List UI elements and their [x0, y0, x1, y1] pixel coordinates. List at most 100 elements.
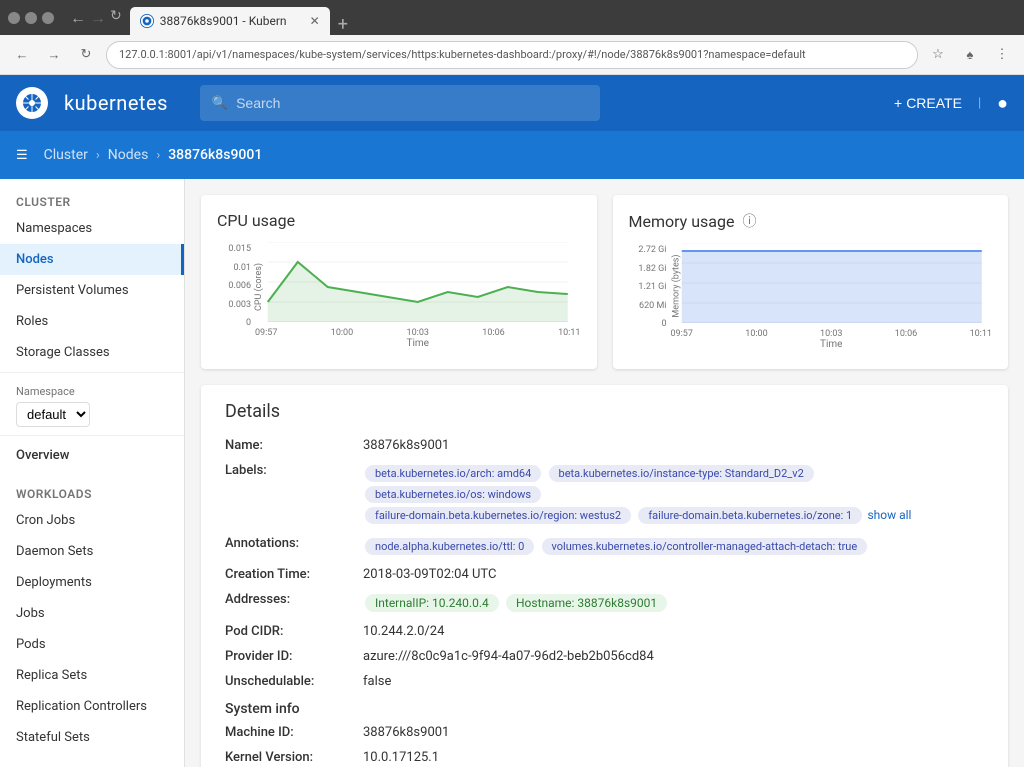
- cpu-y-val-5: 0.015: [228, 244, 251, 254]
- sidebar-item-stateful-sets[interactable]: Stateful Sets: [0, 722, 184, 753]
- details-title: Details: [225, 401, 984, 422]
- sidebar-item-daemon-sets[interactable]: Daemon Sets: [0, 536, 184, 567]
- annotations-label: Annotations:: [225, 536, 355, 551]
- kernel-version-label: Kernel Version:: [225, 750, 355, 765]
- back-button[interactable]: ←: [10, 43, 34, 67]
- sidebar-item-namespaces[interactable]: Namespaces: [0, 213, 184, 244]
- top-nav-right: + CREATE | ●: [894, 93, 1008, 114]
- name-label: Name:: [225, 438, 355, 453]
- sidebar-item-nodes[interactable]: Nodes: [0, 244, 184, 275]
- browser-dot-1: [8, 12, 20, 24]
- cpu-y-val-3: 0.006: [228, 281, 251, 291]
- sidebar-item-overview[interactable]: Overview: [0, 440, 184, 471]
- annotation-tag-1: volumes.kubernetes.io/controller-managed…: [542, 538, 868, 555]
- search-icon: 🔍: [212, 96, 228, 111]
- label-tag-1: beta.kubernetes.io/instance-type: Standa…: [549, 465, 814, 482]
- new-tab-btn[interactable]: +: [332, 14, 354, 35]
- app-title: kubernetes: [64, 91, 168, 115]
- label-tag-3: failure-domain.beta.kubernetes.io/region…: [365, 507, 631, 524]
- creation-time-value: 2018-03-09T02:04 UTC: [363, 567, 984, 582]
- breadcrumb-sep-2: ›: [156, 148, 160, 163]
- browser-nav-bar: ← → ↻ 127.0.0.1:8001/api/v1/namespaces/k…: [0, 35, 1024, 75]
- labels-value: beta.kubernetes.io/arch: amd64 beta.kube…: [363, 463, 984, 526]
- cluster-section-title: Cluster: [0, 179, 184, 213]
- address-internal-tag: InternalIP: 10.240.0.4: [365, 594, 499, 612]
- mem-y-val-4: 1.82 Gi: [638, 264, 666, 274]
- browser-dot-3: [42, 12, 54, 24]
- charts-row: CPU usage 0.015 0.01 0.006 0.003 0: [201, 195, 1008, 369]
- bookmark-btn[interactable]: ☆: [926, 43, 950, 67]
- cpu-y-val-2: 0.003: [228, 300, 251, 310]
- sidebar-item-replica-sets[interactable]: Replica Sets: [0, 660, 184, 691]
- sidebar-item-persistent-volumes[interactable]: Persistent Volumes: [0, 275, 184, 306]
- cpu-x-labels: 09:5710:0010:0310:0610:11: [255, 328, 581, 338]
- sidebar-item-jobs[interactable]: Jobs: [0, 598, 184, 629]
- nav-reload[interactable]: ↻: [110, 8, 122, 28]
- sidebar-item-deployments[interactable]: Deployments: [0, 567, 184, 598]
- cpu-chart-card: CPU usage 0.015 0.01 0.006 0.003 0: [201, 195, 597, 369]
- breadcrumb-bar: ☰ Cluster › Nodes › 38876k8s9001: [0, 131, 1024, 179]
- show-all-link[interactable]: show all: [867, 508, 911, 522]
- address-hostname-tag: Hostname: 38876k8s9001: [506, 594, 667, 612]
- label-tag-2: beta.kubernetes.io/os: windows: [365, 486, 541, 503]
- system-info-title: System info: [225, 701, 984, 717]
- memory-chart-card: Memory usage ⓘ 2.72 Gi 1.82 Gi 1.21 Gi 6…: [613, 195, 1009, 369]
- main-content: Cluster Namespaces Nodes Persistent Volu…: [0, 179, 1024, 767]
- sidebar-item-storage-classes[interactable]: Storage Classes: [0, 337, 184, 368]
- tab-title: 38876k8s9001 - Kubern: [160, 14, 287, 28]
- machine-id-value: 38876k8s9001: [363, 725, 984, 740]
- discovery-section-title: Discovery and Load Balancing: [0, 753, 184, 767]
- nav-back[interactable]: ←: [70, 8, 86, 28]
- reload-button[interactable]: ↻: [74, 43, 98, 67]
- breadcrumb-nodes[interactable]: Nodes: [108, 147, 149, 163]
- top-nav: kubernetes 🔍 + CREATE | ●: [0, 75, 1024, 131]
- create-button[interactable]: + CREATE: [894, 95, 962, 111]
- menu-hamburger-icon[interactable]: ☰: [16, 148, 28, 163]
- mem-y-val-1: 0: [661, 319, 666, 329]
- namespace-select[interactable]: default: [16, 402, 90, 427]
- sidebar-item-pods[interactable]: Pods: [0, 629, 184, 660]
- breadcrumb-cluster[interactable]: Cluster: [44, 147, 88, 163]
- search-input[interactable]: [236, 95, 588, 111]
- detail-row-addresses: Addresses: InternalIP: 10.240.0.4 Hostna…: [225, 592, 984, 614]
- provider-id-label: Provider ID:: [225, 649, 355, 664]
- memory-chart-svg: [671, 243, 993, 323]
- detail-row-machine-id: Machine ID: 38876k8s9001: [225, 725, 984, 740]
- pod-cidr-label: Pod CIDR:: [225, 624, 355, 639]
- annotations-value: node.alpha.kubernetes.io/ttl: 0 volumes.…: [363, 536, 984, 557]
- user-icon-btn[interactable]: ●: [997, 93, 1008, 114]
- memory-y-axis-label: Memory (bytes): [671, 254, 681, 317]
- detail-row-provider-id: Provider ID: azure:///8c0c9a1c-9f94-4a07…: [225, 649, 984, 664]
- browser-tab-active[interactable]: 38876k8s9001 - Kubern ✕: [130, 7, 330, 35]
- memory-chart-area: 2.72 Gi 1.82 Gi 1.21 Gi 620 Mi 0 Memory …: [629, 243, 993, 353]
- detail-row-pod-cidr: Pod CIDR: 10.244.2.0/24: [225, 624, 984, 639]
- sidebar-item-cron-jobs[interactable]: Cron Jobs: [0, 505, 184, 536]
- sidebar: Cluster Namespaces Nodes Persistent Volu…: [0, 179, 185, 767]
- address-bar[interactable]: 127.0.0.1:8001/api/v1/namespaces/kube-sy…: [106, 41, 918, 69]
- browser-chrome: ← → ↻ 38876k8s9001 - Kubern ✕ +: [0, 0, 1024, 35]
- k8s-logo: [16, 87, 48, 119]
- nav-forward[interactable]: →: [90, 8, 106, 28]
- forward-button[interactable]: →: [42, 43, 66, 67]
- search-bar[interactable]: 🔍: [200, 85, 600, 121]
- unschedulable-label: Unschedulable:: [225, 674, 355, 689]
- detail-row-creation-time: Creation Time: 2018-03-09T02:04 UTC: [225, 567, 984, 582]
- details-card: Details Name: 38876k8s9001 Labels: beta.…: [201, 385, 1008, 767]
- name-value: 38876k8s9001: [363, 438, 984, 453]
- cpu-y-val-4: 0.01: [233, 263, 251, 273]
- browser-dots: [8, 12, 54, 24]
- nav-separator: |: [978, 96, 981, 111]
- memory-chart-title: Memory usage ⓘ: [629, 211, 993, 231]
- extensions-btn[interactable]: ♠: [958, 43, 982, 67]
- sidebar-item-roles[interactable]: Roles: [0, 306, 184, 337]
- memory-x-title: Time: [671, 339, 993, 350]
- tab-favicon: [140, 14, 154, 28]
- kernel-version-value: 10.0.17125.1: [363, 750, 984, 765]
- addresses-label: Addresses:: [225, 592, 355, 607]
- namespace-label: Namespace default: [0, 377, 184, 431]
- menu-btn[interactable]: ⋮: [990, 43, 1014, 67]
- labels-label: Labels:: [225, 463, 355, 478]
- sidebar-item-replication-controllers[interactable]: Replication Controllers: [0, 691, 184, 722]
- provider-id-value: azure:///8c0c9a1c-9f94-4a07-96d2-beb2b05…: [363, 649, 984, 664]
- tab-close-btn[interactable]: ✕: [310, 14, 320, 28]
